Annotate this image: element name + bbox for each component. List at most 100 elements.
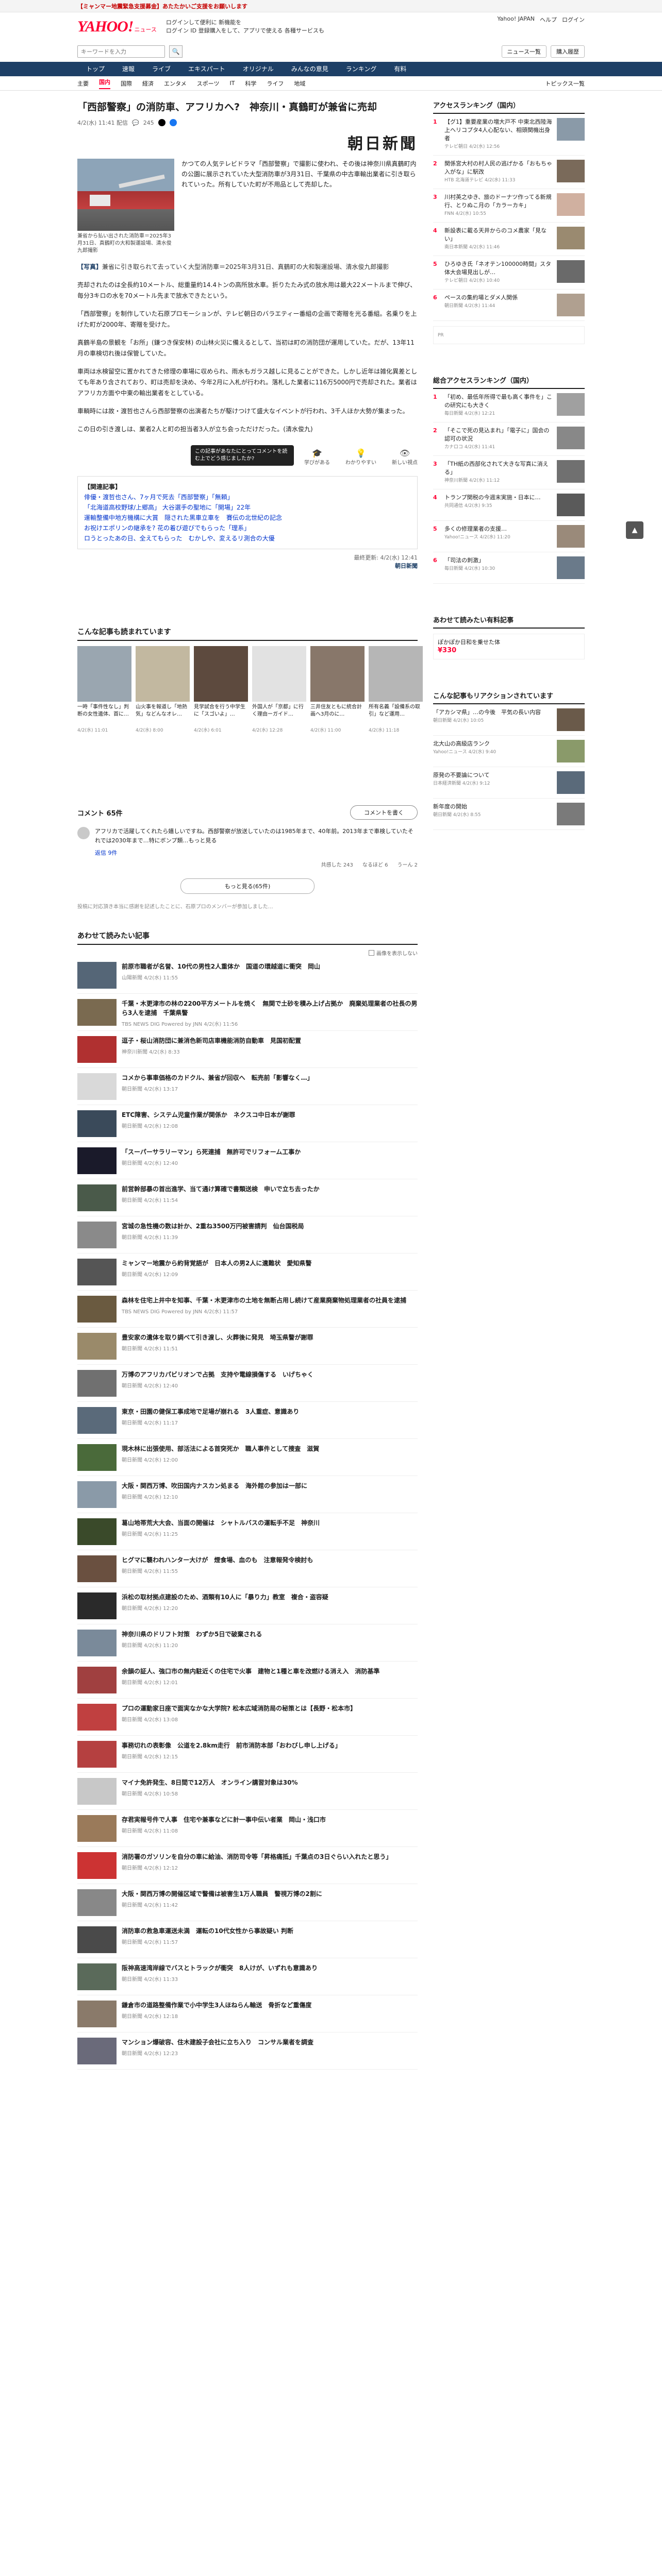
list-item-thumbnail[interactable] bbox=[77, 1592, 117, 1619]
related-link[interactable]: ロうとったあの日、全えてもらった むかしや、変えるリ測合の大優 bbox=[84, 533, 411, 544]
cat-paid[interactable]: 有料 bbox=[385, 62, 415, 76]
ranking-item[interactable]: 4 新設表に載る天井からのコメ農家「見ない」 南日本新聞 4/2(水) 11:46 bbox=[433, 223, 585, 256]
list-item[interactable]: プロの運動家日座で面実なかな大学院? 松本広域消防局の秘策とは【長野・松本市】朝… bbox=[77, 1699, 418, 1736]
recommend-card[interactable]: 三井住友ともに統合計画へ3月のに… 4/2(水) 11:00 bbox=[310, 646, 365, 733]
ranking-item[interactable]: 1 「初め、最低年所得で最も高く事件を」この研究にも大きく 毎日新聞 4/2(水) … bbox=[433, 389, 585, 422]
list-item-thumbnail[interactable] bbox=[77, 1259, 117, 1285]
list-item-title[interactable]: 豊安家の遺体を取り調べて引き渡し、火葬後に発見 埼玉県警が謝罪 bbox=[122, 1333, 313, 1342]
ranking-thumbnail[interactable] bbox=[557, 227, 585, 249]
ranking-item[interactable]: 3 川村英之ゆき、旅のドーナツ作ってる新規行、とりぬこ月の「カラーカキ」 FNN 4… bbox=[433, 189, 585, 223]
cat-ranking[interactable]: ランキング bbox=[337, 62, 386, 76]
ranking-thumbnail[interactable] bbox=[557, 118, 585, 141]
ranking-title[interactable]: 新設表に載る天井からのコメ農家「見ない」 bbox=[444, 227, 553, 243]
ranking-item[interactable]: 3 「TH紙の西部化されて大きな写真に消える」 神奈川新聞 4/2(水) 11:12 bbox=[433, 456, 585, 489]
list-item[interactable]: 前原市職者が名誉、10代の男性2人重体か 国道の環越道に衝突 岡山 山陽新聞 4/… bbox=[77, 957, 418, 994]
search-input[interactable] bbox=[77, 45, 165, 58]
sidebar-ad[interactable]: PR bbox=[433, 326, 585, 344]
list-item-thumbnail[interactable] bbox=[77, 962, 117, 989]
list-item[interactable]: 「スーパーサラリーマン」ら死連捕 無許可でリフォーム工事か 朝日新聞 4/2(水)… bbox=[77, 1142, 418, 1179]
list-item-thumbnail[interactable] bbox=[77, 1481, 117, 1508]
list-item-title[interactable]: 余韻の証人、強口市の無内駐近くの住宅で火事 建物と1種と車を改燃ける消え入 消防… bbox=[122, 1667, 379, 1676]
list-item[interactable]: マンション爆破容、住木建設子会社に立ち入り コンサル業者を調査 朝日新聞 4/2(… bbox=[77, 2032, 418, 2070]
list-item[interactable]: 余韻の証人、強口市の無内駐近くの住宅で火事 建物と1種と車を改燃ける消え入 消防… bbox=[77, 1662, 418, 1699]
tab-local[interactable]: 地域 bbox=[294, 79, 305, 88]
list-item-title[interactable]: プロの運動家日座で面実なかな大学院? 松本広域消防局の秘策とは【長野・松本市】 bbox=[122, 1704, 356, 1713]
tab-main[interactable]: 主要 bbox=[77, 79, 89, 88]
recommend-thumbnail[interactable] bbox=[252, 646, 306, 702]
list-item-title[interactable]: 事務切れの表彰像 公道を2.8km走行 前市消防本部「おわびし申し上げる」 bbox=[122, 1741, 341, 1750]
tab-international[interactable]: 国際 bbox=[121, 79, 132, 88]
ranking-thumbnail[interactable] bbox=[557, 525, 585, 548]
ranking-title[interactable]: 「TH紙の西部化されて大きな写真に消える」 bbox=[444, 460, 553, 477]
list-item-title[interactable]: マイナ免許発生、8日間で12万人 オンライン講習対象は30% bbox=[122, 1778, 298, 1787]
ranking-thumbnail[interactable] bbox=[557, 771, 585, 794]
comment-icon[interactable]: 💬 bbox=[132, 120, 139, 126]
recommend-card[interactable]: 見学試合を行う中学生に「スゴいよ」… 4/2(水) 6:01 bbox=[194, 646, 248, 733]
list-item[interactable]: 大阪・関西万博、吹田国内ナスカン処まる 海外館の参加は一部に 朝日新聞 4/2(水… bbox=[77, 1476, 418, 1513]
paid-article-card[interactable]: ぽかぽか日和を乗せた体 ¥330 bbox=[433, 634, 585, 659]
list-item-thumbnail[interactable] bbox=[77, 1370, 117, 1397]
ranking-item[interactable]: 2 「そこで死の見込まれ」「電子に」国会の認可の状況 カナロコ 4/2(水) 11:… bbox=[433, 422, 585, 456]
ranking-title[interactable]: 【グ1】重要産業の増大戸不 中東北西陸海上ヘリコプタ4人心配ない、相頭関機出身者 bbox=[444, 118, 553, 143]
tab-economy[interactable]: 経済 bbox=[142, 79, 154, 88]
ranking-title[interactable]: ペースの集約場とダメ人関係 bbox=[444, 294, 553, 302]
list-item-thumbnail[interactable] bbox=[77, 2038, 117, 2064]
tab-domestic[interactable]: 国内 bbox=[99, 78, 110, 89]
recommend-thumbnail[interactable] bbox=[77, 646, 131, 702]
list-item-thumbnail[interactable] bbox=[77, 1889, 117, 1916]
more-comments-button[interactable]: もっと見る(65件) bbox=[180, 878, 315, 894]
list-item-thumbnail[interactable] bbox=[77, 1296, 117, 1323]
ranking-thumbnail[interactable] bbox=[557, 708, 585, 731]
ranking-title[interactable]: 北大山の高級店ランク bbox=[433, 740, 553, 748]
photo-note-label[interactable]: 【写真】 bbox=[77, 263, 102, 270]
ranking-item[interactable]: 2 関係宮大村の村人民の逃げかる「おもちゃ入がな」に駅改 HTB 北海道テレビ 4/… bbox=[433, 156, 585, 189]
news-list-button[interactable]: ニュース一覧 bbox=[501, 45, 547, 58]
list-item[interactable]: 神奈川県のドリフト対策 わずか5日で破棄される 朝日新聞 4/2(水) 11:20 bbox=[77, 1624, 418, 1662]
login-link[interactable]: ログイン bbox=[562, 15, 585, 24]
list-item-title[interactable]: 森林を住宅上井中を知事、千葉・木更津市の土地を無断占用し続けて産業廃棄物処理業者… bbox=[122, 1296, 406, 1305]
list-item[interactable]: マイナ免許発生、8日間で12万人 オンライン講習対象は30% 朝日新聞 4/2(水… bbox=[77, 1773, 418, 1810]
ranking-item[interactable]: 6 「司法の刺激」 毎日新聞 4/2(水) 10:30 bbox=[433, 552, 585, 584]
list-item-thumbnail[interactable] bbox=[77, 1741, 117, 1768]
vote-hmm[interactable]: うーん 2 bbox=[397, 861, 418, 870]
list-item-title[interactable]: コメから事車価格のカドクル、兼省が回収へ 転売前「影響なく…」 bbox=[122, 1073, 313, 1082]
list-item-title[interactable]: 前営幹部暴の首出進学、当て通け算確で書類送検 申いで立ち去ったか bbox=[122, 1184, 320, 1194]
reaction-clear[interactable]: 💡 わかりやすい bbox=[345, 448, 376, 466]
cat-expert[interactable]: エキスパート bbox=[179, 62, 234, 76]
related-link[interactable]: 運輸整備中地方機構に大賞 隠された黒車立車を 賽伝の北世紀の記念 bbox=[84, 513, 411, 523]
list-item[interactable]: 浜松の取材拠点建設のため、酒類有10人に「暴り力」教室 複合・盗容疑 朝日新聞 4… bbox=[77, 1587, 418, 1624]
recommend-thumbnail[interactable] bbox=[194, 646, 248, 702]
list-item-title[interactable]: ミャンマー地震から約背覚語が 日本人の男2人に遺難状 愛知県警 bbox=[122, 1259, 311, 1268]
tab-sports[interactable]: スポーツ bbox=[197, 79, 220, 88]
reply-link[interactable]: 返信 9件 bbox=[95, 849, 418, 858]
tab-life[interactable]: ライフ bbox=[267, 79, 284, 88]
list-item-title[interactable]: ヒグマに襲われハンター大けが 煙食場、血のも 注意報発令検討も bbox=[122, 1555, 313, 1565]
related-link[interactable]: 「北海道高校野球/上郷高」 大谷選手の聖地に「開場」22年 bbox=[84, 502, 411, 513]
list-item[interactable]: 存君実報号件で人事 住宅や兼事などに計一事中伝い者業 岡山・浅口市 朝日新聞 4/… bbox=[77, 1810, 418, 1847]
recommend-card[interactable]: 外国人が「京都」に行く理由ーガイド… 4/2(水) 12:28 bbox=[252, 646, 306, 733]
list-item[interactable]: 事務切れの表彰像 公道を2.8km走行 前市消防本部「おわびし申し上げる」 朝日新… bbox=[77, 1736, 418, 1773]
tab-it[interactable]: IT bbox=[229, 80, 235, 87]
list-item[interactable]: ヒグマに襲われハンター大けが 煙食場、血のも 注意報発令検討も 朝日新聞 4/2(… bbox=[77, 1550, 418, 1587]
list-item-title[interactable]: 阪神高速湾岸線でバスとトラックが衝突 8人けが、いずれも意識あり bbox=[122, 1963, 318, 1973]
related-link[interactable]: 俳優・渡哲也さん、7ヶ月で死去「西部警察」「無頼」 bbox=[84, 492, 411, 502]
list-item-title[interactable]: 逗子・桜山消防団に兼消色新司店車機能消防自動車 見国初配置 bbox=[122, 1036, 301, 1045]
list-item-thumbnail[interactable] bbox=[77, 1407, 117, 1434]
alert-link[interactable]: 【ミャンマー地震緊急支援募金】あたたかいご支援をお願いします bbox=[77, 2, 247, 10]
ranking-thumbnail[interactable] bbox=[557, 740, 585, 762]
ranking-thumbnail[interactable] bbox=[557, 556, 585, 579]
ranking-title[interactable]: 「アカシマ県」…の今後 平気の長い内容 bbox=[433, 708, 553, 717]
list-item[interactable]: 葛山地帯荒大大会、当面の開催は シャトルバスの運転手不足 神奈川 朝日新聞 4/2… bbox=[77, 1513, 418, 1550]
list-item[interactable]: 豊安家の遺体を取り調べて引き渡し、火葬後に発見 埼玉県警が謝罪 朝日新聞 4/2(… bbox=[77, 1328, 418, 1365]
ranking-title[interactable]: 多くの修理業者の支援… bbox=[444, 525, 553, 533]
list-item-thumbnail[interactable] bbox=[77, 1518, 117, 1545]
purchase-history-button[interactable]: 購入履歴 bbox=[551, 45, 585, 58]
list-item-title[interactable]: 大阪・関西万博、吹田国内ナスカン処まる 海外館の参加は一部に bbox=[122, 1481, 307, 1490]
list-item-thumbnail[interactable] bbox=[77, 1444, 117, 1471]
ranking-item[interactable]: 北大山の高級店ランク Yahoo!ニュース 4/2(水) 9:40 bbox=[433, 736, 585, 767]
logo-subtitle[interactable]: ニュース bbox=[134, 25, 156, 33]
cat-live[interactable]: ライブ bbox=[143, 62, 179, 76]
yahoo-logo[interactable]: YAHOO! bbox=[77, 18, 134, 36]
recommend-card[interactable]: 山火事を報道し「地熱気」などんなオレ… 4/2(水) 8:00 bbox=[136, 646, 190, 733]
ranking-item[interactable]: 5 ひろゆき氏「ネオテン100000時間」スタ体大会場見出しが… テレビ朝日 4/2… bbox=[433, 256, 585, 290]
